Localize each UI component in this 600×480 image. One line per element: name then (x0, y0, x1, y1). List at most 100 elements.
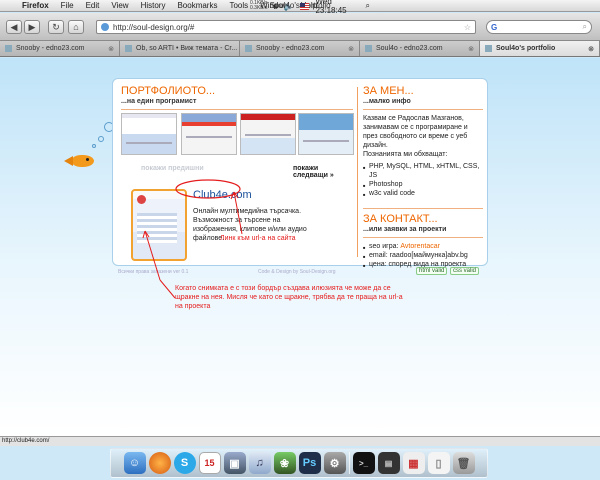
menu-edit[interactable]: Edit (80, 1, 106, 10)
status-bar: http://club4e.com/ (0, 436, 600, 446)
tab-label: Ob, so ARTI • Виж темата - Cr... (136, 45, 238, 52)
volume-icon[interactable]: 🔈 (284, 2, 294, 11)
terminal-icon[interactable]: >_ (352, 452, 375, 474)
featured-project-image[interactable] (131, 189, 187, 261)
document-icon[interactable]: ▦ (402, 452, 425, 474)
calendar-icon[interactable]: 15 (198, 452, 221, 474)
divider (363, 109, 483, 110)
tab-label: Soul4o - edno23.com (376, 45, 443, 52)
skills-list: PHP, MySQL, HTML, xHTML, CSS, JS Photosh… (363, 162, 483, 199)
border-arrow-tail (159, 279, 176, 299)
iphoto-icon[interactable]: ▣ (223, 452, 246, 474)
tab-1[interactable]: Snooby - edno23.com ⊗ (0, 41, 120, 56)
back-button[interactable]: ◀ (6, 20, 22, 34)
tab-5[interactable]: Soul4o's portfolio ⊗ (480, 41, 600, 56)
portfolio-title: ПОРТФОЛИОТО... (121, 85, 216, 97)
forward-button[interactable]: ▶ (24, 20, 40, 34)
close-tab-icon[interactable]: ⊗ (344, 45, 354, 53)
border-annotation-note: Когато снимката е с този бордър създава … (175, 285, 403, 310)
tab-bar: Snooby - edno23.com ⊗ Ob, so ARTI • Виж т… (0, 41, 600, 57)
show-next-link[interactable]: покажи следващи » (293, 165, 353, 179)
bluetooth-icon[interactable]: ʙ (274, 2, 278, 11)
menu-view[interactable]: View (105, 1, 134, 10)
menu-history[interactable]: History (135, 1, 172, 10)
finder-icon[interactable]: ☺ (123, 452, 146, 474)
dock-separator (348, 452, 350, 474)
about-subtitle: ...малко инфо (363, 98, 411, 105)
divider (363, 237, 483, 238)
skills-intro: Познанията ми обхващат: (363, 151, 448, 158)
us-flag-icon[interactable] (299, 2, 310, 10)
tab-label: Snooby - edno23.com (256, 45, 325, 52)
divider (363, 208, 483, 209)
bubble-icon (98, 136, 104, 142)
dock: ☺ S 15 ▣ ♫ ❀ Ps ⚙ >_ ▤ ▦ ▯ 🗑 (110, 448, 488, 478)
photoshop-icon[interactable]: Ps (298, 452, 321, 474)
bookmark-star-icon[interactable]: ☆ (464, 23, 471, 32)
seo-label: seo игра: (369, 243, 399, 250)
menu-bookmarks[interactable]: Bookmarks (171, 1, 223, 10)
credits-text[interactable]: Code & Design by Soul-Design.org (258, 269, 336, 275)
tab-2[interactable]: Ob, so ARTI • Виж темата - Cr...⊗ (120, 41, 240, 56)
contact-subtitle: ...или заявки за проекти (363, 226, 447, 233)
menubar: Firefox File Edit View History Bookmarks… (0, 0, 600, 15)
page-content: ПОРТФОЛИОТО... ...на един програмист пок… (0, 58, 600, 436)
utility-icon[interactable]: ⚙ (323, 452, 346, 474)
contact-title: ЗА КОНТАКТ... (363, 213, 438, 225)
tab-label: Snooby - edno23.com (16, 45, 85, 52)
portfolio-section: ПОРТФОЛИОТО... ...на един програмист пок… (121, 85, 354, 261)
skill-item: Photoshop (363, 180, 483, 190)
tab-4[interactable]: Soul4o - edno23.com ⊗ (360, 41, 480, 56)
browser-toolbar: ◀ ▶ ↻ ⌂ http://soul-design.org/# ☆ G ⌕ (0, 13, 600, 41)
tab-favicon (485, 45, 492, 52)
close-tab-icon[interactable]: ⊗ (104, 45, 114, 53)
about-title: ЗА МЕН... (363, 85, 414, 97)
trash-icon[interactable]: 🗑 (452, 452, 475, 474)
link-annotation-note: Линк към url-а на сайта (220, 235, 296, 242)
url-bar[interactable]: http://soul-design.org/# ☆ (96, 20, 476, 34)
bubble-icon (92, 144, 96, 148)
google-icon: G (491, 22, 498, 32)
firefox-icon[interactable] (148, 452, 171, 474)
skill-item: PHP, MySQL, HTML, xHTML, CSS, JS (363, 162, 483, 180)
close-tab-icon[interactable]: ⊗ (464, 45, 474, 53)
tab-favicon (245, 45, 252, 52)
project-thumbnail[interactable] (298, 113, 354, 155)
tab-3[interactable]: Snooby - edno23.com ⊗ (240, 41, 360, 56)
reload-button[interactable]: ↻ (48, 20, 64, 34)
menu-app[interactable]: Firefox (16, 1, 55, 10)
contact-list: seo игра: Avtorentacar email: raadoo[май… (363, 242, 483, 270)
photo-app-icon[interactable]: ❀ (273, 452, 296, 474)
file-icon[interactable]: ▯ (427, 452, 450, 474)
tab-favicon (5, 45, 12, 52)
home-button[interactable]: ⌂ (68, 20, 84, 34)
seo-link[interactable]: Avtorentacar (400, 243, 440, 250)
skype-icon[interactable]: S (173, 452, 196, 474)
site-icon (101, 23, 109, 31)
project-thumbnail[interactable] (240, 113, 296, 155)
project-thumbnail[interactable] (181, 113, 237, 155)
show-previous-link[interactable]: покажи предишни (141, 165, 204, 172)
tab-label: Soul4o's portfolio (496, 45, 556, 52)
url-text[interactable]: http://soul-design.org/# (113, 23, 194, 32)
search-icon[interactable]: ⌕ (583, 22, 587, 32)
copyright-text: Всички права запазени ver 0.1 (118, 269, 189, 275)
search-box[interactable]: G ⌕ (486, 20, 592, 34)
skill-item: w3c valid code (363, 189, 483, 199)
menubar-extras: 0.1KB/s 0.3KB/s ʙ 🔈 Wed 23:18:45 ⌕ (250, 0, 370, 15)
column-divider (357, 87, 358, 257)
menu-file[interactable]: File (55, 1, 80, 10)
divider (121, 109, 353, 110)
itunes-icon[interactable]: ♫ (248, 452, 271, 474)
window-icon[interactable]: ▤ (377, 452, 400, 474)
css-valid-badge[interactable]: css valid (450, 267, 480, 275)
net-down: 0.3KB/s (250, 5, 268, 11)
close-tab-icon[interactable]: ⊗ (584, 45, 594, 53)
spotlight-icon[interactable]: ⌕ (366, 1, 370, 11)
project-thumbnail[interactable] (121, 113, 177, 155)
tab-favicon (365, 45, 372, 52)
about-text: Казвам се Радослав Мазганов, занимавам с… (363, 115, 468, 149)
goldfish-icon (64, 155, 94, 167)
project-title-link[interactable]: Club4e.com (193, 189, 252, 201)
html-valid-badge[interactable]: html valid (416, 267, 448, 275)
